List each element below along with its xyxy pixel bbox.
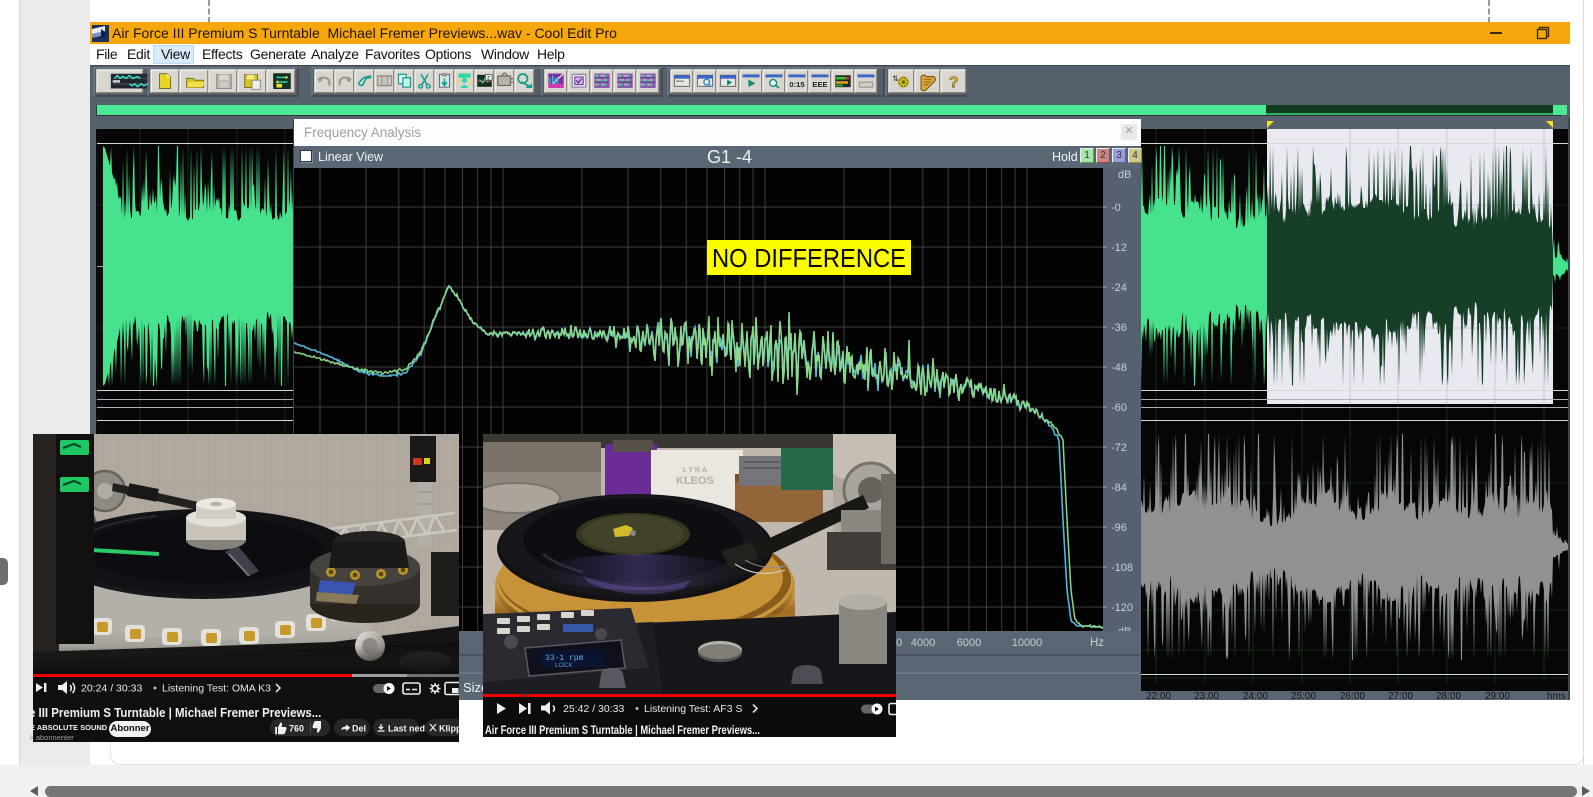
- svg-text:26:00: 26:00: [1340, 691, 1365, 700]
- svg-text:-36: -36: [1111, 322, 1127, 334]
- svg-text:-96: -96: [1111, 522, 1127, 534]
- svg-text:Klipp: Klipp: [439, 724, 459, 734]
- svg-text:4000: 4000: [911, 637, 935, 649]
- svg-text:-120: -120: [1111, 602, 1133, 614]
- svg-text:-84: -84: [1111, 482, 1127, 494]
- svg-text:28:00: 28:00: [1436, 691, 1461, 700]
- svg-text:-0: -0: [1111, 202, 1121, 214]
- svg-text:z: z: [487, 76, 490, 82]
- svg-text:Listening Test: AF3 S: Listening Test: AF3 S: [644, 703, 742, 715]
- svg-text:-60: -60: [1111, 402, 1127, 414]
- svg-text:LYRA: LYRA: [683, 467, 709, 474]
- svg-text:?: ?: [949, 75, 959, 92]
- svg-text:Hz: Hz: [1090, 637, 1104, 649]
- svg-text:dB: dB: [1118, 169, 1131, 181]
- svg-text:Del: Del: [352, 724, 366, 734]
- svg-text:23:00: 23:00: [1194, 691, 1219, 700]
- svg-text:-12: -12: [1111, 242, 1127, 254]
- svg-text:NO DIFFERENCE: NO DIFFERENCE: [712, 243, 906, 273]
- svg-text:-24: -24: [1111, 282, 1127, 294]
- svg-text:hms: hms: [1547, 691, 1566, 700]
- svg-text:24:00: 24:00: [1243, 691, 1268, 700]
- svg-text:-72: -72: [1111, 442, 1127, 454]
- svg-text:25:00: 25:00: [1291, 691, 1316, 700]
- svg-text:20:24 / 30:33: 20:24 / 30:33: [81, 683, 142, 695]
- svg-text:22:00: 22:00: [1146, 691, 1171, 700]
- svg-text:KLEOS: KLEOS: [676, 475, 714, 487]
- svg-text:10000: 10000: [1012, 637, 1043, 649]
- svg-text:6000: 6000: [957, 637, 981, 649]
- svg-text:-108: -108: [1111, 562, 1133, 574]
- svg-text:27:00: 27:00: [1388, 691, 1413, 700]
- svg-text:29:00: 29:00: [1485, 691, 1510, 700]
- svg-text:25:42 / 30:33: 25:42 / 30:33: [563, 703, 624, 715]
- svg-text:LOCK: LOCK: [555, 662, 573, 669]
- svg-text:Listening Test: OMA K3: Listening Test: OMA K3: [162, 683, 271, 695]
- svg-text:-48: -48: [1111, 362, 1127, 374]
- svg-text:Last ned: Last ned: [388, 724, 425, 734]
- svg-text:0:15: 0:15: [789, 80, 805, 89]
- svg-text:760: 760: [289, 724, 304, 734]
- svg-text:EEE: EEE: [812, 80, 827, 89]
